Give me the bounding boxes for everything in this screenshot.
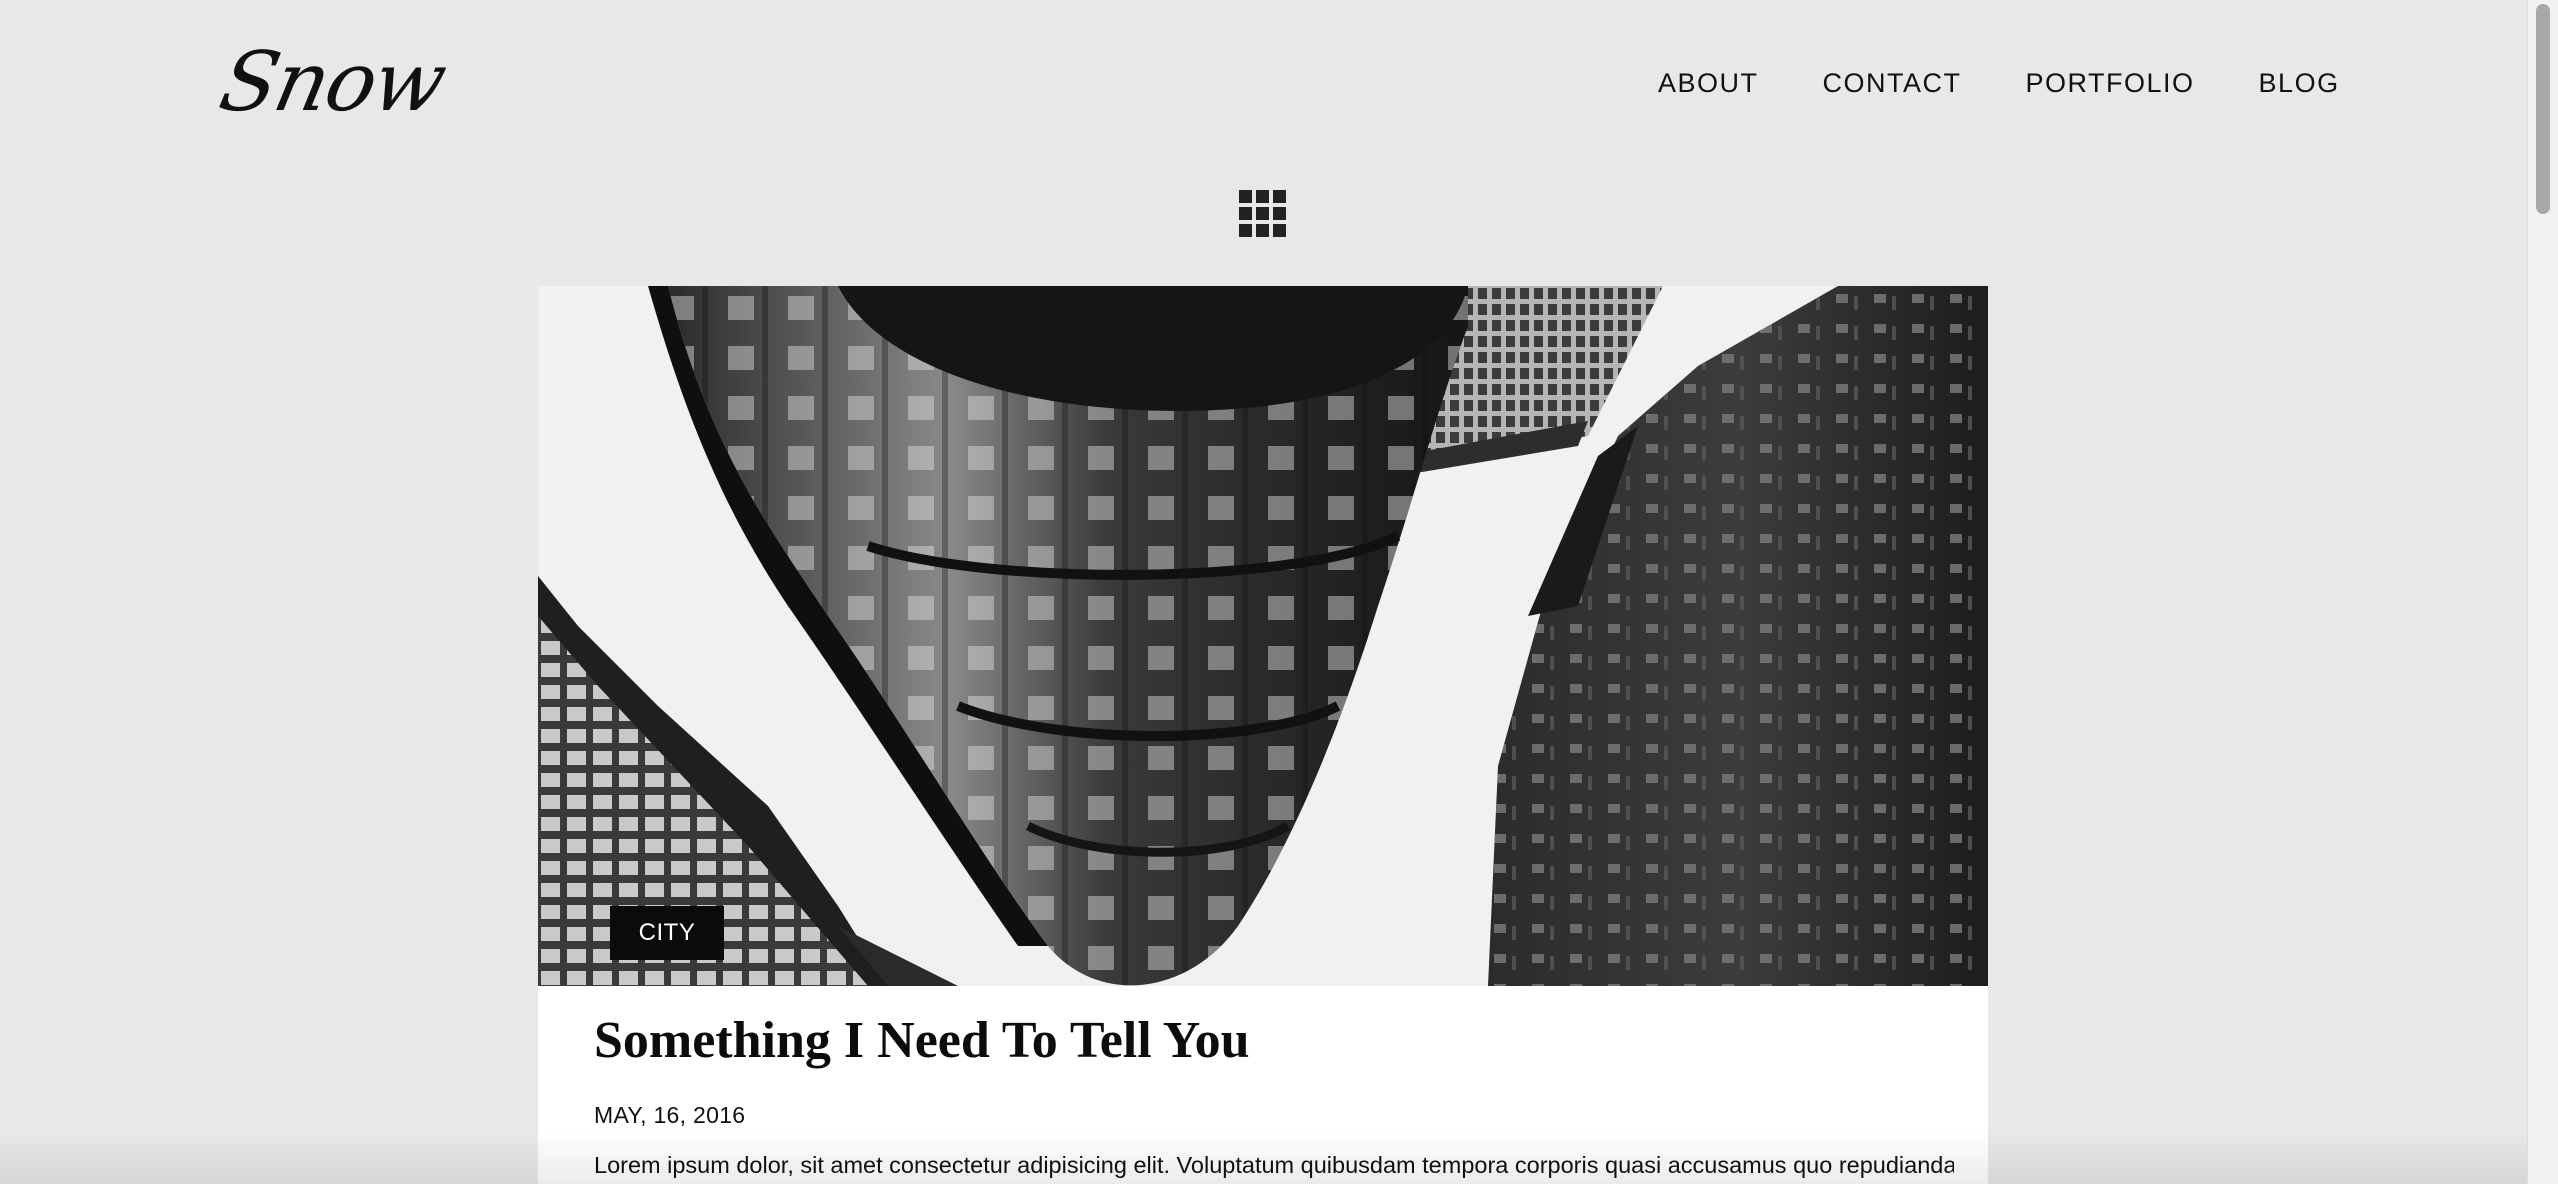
post-date: MAY, 16, 2016 — [594, 1102, 746, 1128]
grid-icon-cell — [1256, 224, 1269, 237]
grid-icon-cell — [1273, 207, 1286, 220]
grid-icon-cell — [1273, 224, 1286, 237]
grid-icon-cell — [1239, 207, 1252, 220]
city-buildings-image — [538, 286, 1988, 986]
grid-icon-cell — [1273, 190, 1286, 203]
post-title[interactable]: Something I Need To Tell You — [594, 1012, 1249, 1069]
vertical-scrollbar[interactable] — [2527, 0, 2558, 1184]
post-card: CITY Something I Need To Tell You MAY, 1… — [538, 286, 1988, 1184]
grid-icon-cell — [1256, 190, 1269, 203]
main-nav: ABOUT CONTACT PORTFOLIO BLOG — [1658, 70, 2340, 97]
nav-portfolio-link[interactable]: PORTFOLIO — [2026, 70, 2195, 97]
site-logo[interactable]: Snow — [212, 35, 453, 130]
page: Snow ABOUT CONTACT PORTFOLIO BLOG CITY S… — [0, 0, 2558, 1184]
post-hero-image[interactable]: CITY — [538, 286, 1988, 986]
scrollbar-thumb[interactable] — [2536, 4, 2550, 214]
grid-icon-cell — [1239, 190, 1252, 203]
nav-contact-link[interactable]: CONTACT — [1823, 70, 1962, 97]
category-badge[interactable]: CITY — [610, 906, 724, 960]
grid-icon[interactable] — [1239, 190, 1287, 238]
post-excerpt: Lorem ipsum dolor, sit amet consectetur … — [594, 1152, 1954, 1178]
grid-icon-cell — [1239, 224, 1252, 237]
nav-blog-link[interactable]: BLOG — [2259, 70, 2340, 97]
grid-icon-cell — [1256, 207, 1269, 220]
nav-about-link[interactable]: ABOUT — [1658, 70, 1759, 97]
